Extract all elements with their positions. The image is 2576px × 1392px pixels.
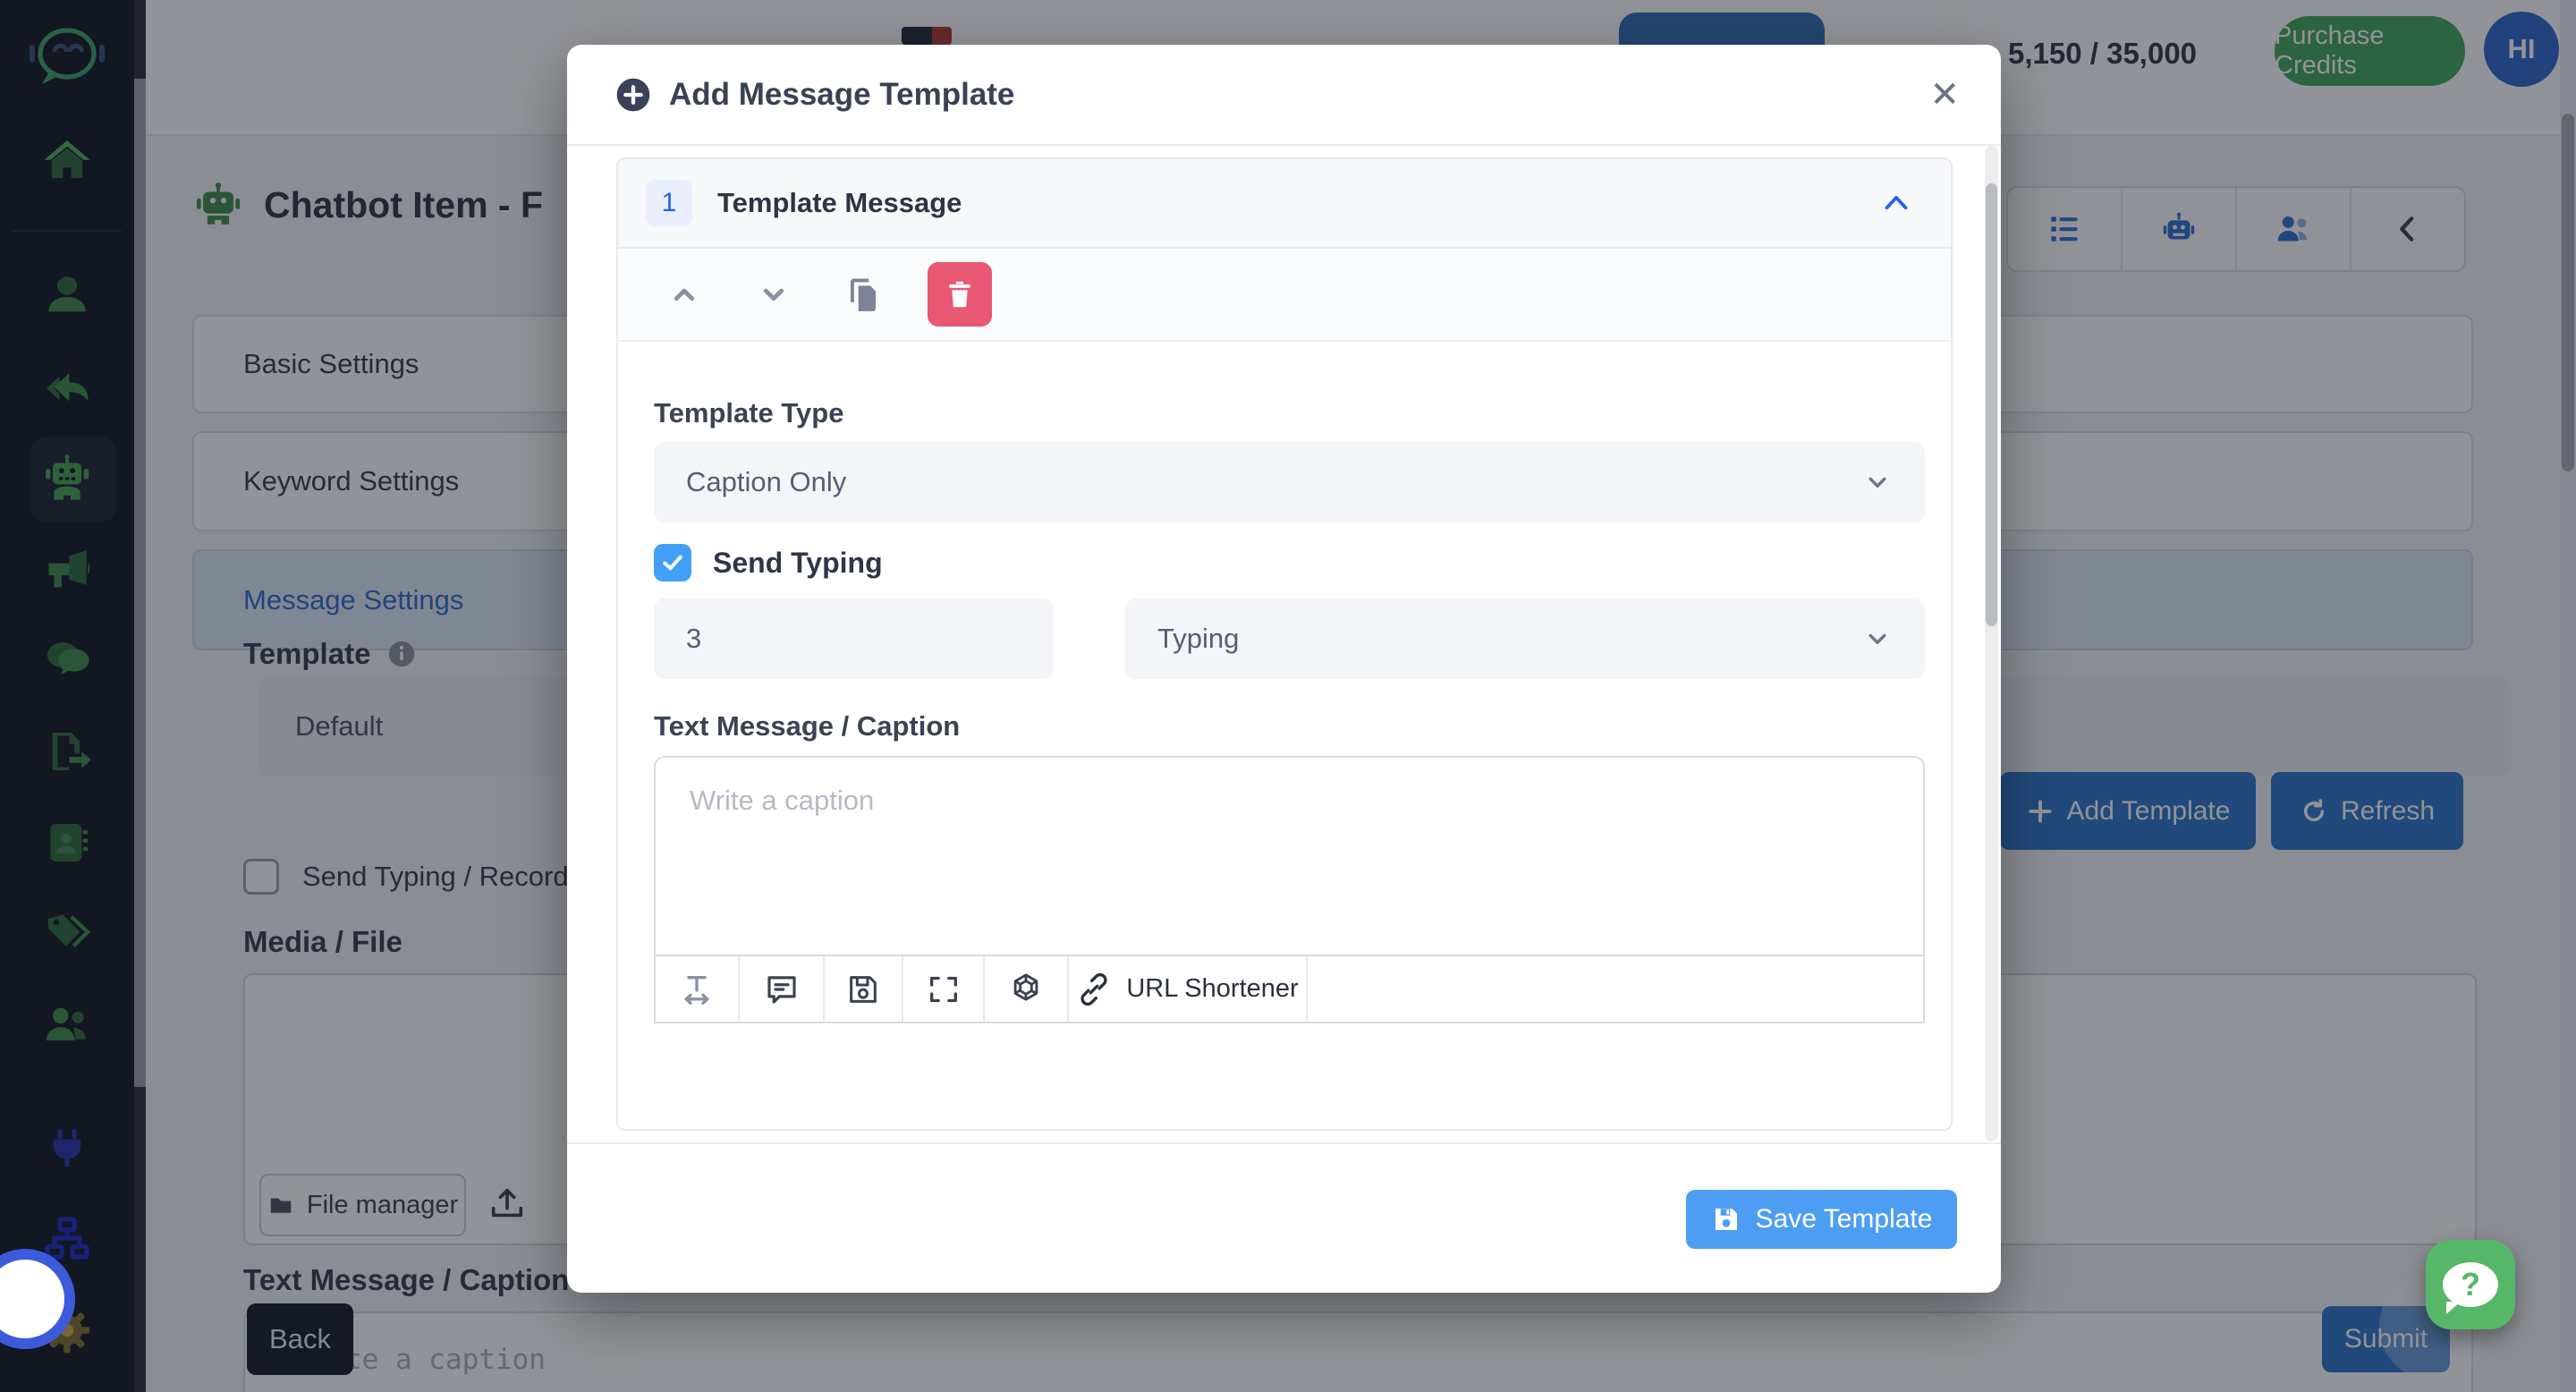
chat-bubble-icon: ? [2443, 1262, 2498, 1307]
template-type-label: Template Type [654, 397, 843, 429]
caption-label: Text Message / Caption [654, 710, 960, 743]
template-message-card: 1 Template Message [616, 157, 1953, 1131]
typing-seconds-input[interactable] [654, 598, 1054, 679]
message-toolbar [618, 249, 1951, 342]
send-typing-label: Send Typing [713, 547, 883, 580]
close-icon[interactable]: ✕ [1929, 77, 1960, 113]
section-number-badge: 1 [646, 180, 692, 226]
url-shortener-label: URL Shortener [1126, 974, 1298, 1004]
help-chat-fab[interactable]: ? [2426, 1240, 2515, 1329]
typing-mode-select[interactable]: Typing [1125, 598, 1925, 679]
modal-scrollbar-thumb[interactable] [1986, 183, 1997, 626]
floppy-icon [845, 972, 881, 1007]
text-width-icon [679, 972, 715, 1007]
comment-icon [763, 971, 801, 1008]
move-down-button[interactable] [749, 269, 799, 319]
url-shortener-button[interactable]: URL Shortener [1069, 956, 1308, 1022]
duplicate-button[interactable] [838, 269, 888, 319]
save-template-button[interactable]: Save Template [1686, 1190, 1957, 1249]
comment-button[interactable] [740, 956, 825, 1022]
add-message-template-modal: Add Message Template ✕ 1 Template Messag… [567, 45, 2001, 1293]
template-type-value: Caption Only [686, 466, 846, 498]
modal-title: Add Message Template [669, 77, 1014, 113]
chevron-down-icon [757, 277, 791, 311]
chevron-down-icon [1862, 624, 1893, 654]
delete-button[interactable] [928, 262, 992, 327]
move-up-button[interactable] [659, 269, 709, 319]
toolbar-spacer [1308, 956, 1923, 1022]
send-typing-row: Send Typing [654, 544, 883, 581]
trash-icon [943, 277, 977, 311]
check-icon [659, 549, 686, 576]
question-mark: ? [2461, 1266, 2480, 1303]
copy-icon [844, 276, 882, 313]
save-draft-button[interactable] [825, 956, 903, 1022]
modal-scrollbar[interactable] [1985, 146, 1998, 1142]
fullscreen-brackets-icon [926, 972, 962, 1007]
spintax-button[interactable] [656, 956, 740, 1022]
template-type-select[interactable]: Caption Only [654, 442, 1925, 522]
template-message-header[interactable]: 1 Template Message [618, 159, 1951, 249]
openai-icon [1007, 971, 1045, 1008]
typing-mode-value: Typing [1157, 623, 1239, 655]
send-typing-checkbox[interactable] [654, 544, 691, 581]
link-icon [1076, 972, 1112, 1007]
ai-assist-button[interactable] [985, 956, 1069, 1022]
screen: 5,150 / 35,000 Purchase Credits HI Chatb… [0, 0, 2576, 1392]
modal-header: Add Message Template ✕ [567, 45, 2001, 146]
collapse-chevron-up-icon[interactable] [1877, 184, 1915, 222]
chevron-up-icon [667, 277, 701, 311]
section-title: Template Message [717, 187, 962, 219]
chevron-down-icon [1862, 467, 1893, 497]
caption-toolbar: URL Shortener [654, 955, 1925, 1023]
save-template-label: Save Template [1756, 1204, 1933, 1235]
plus-circle-icon [615, 77, 651, 113]
fullscreen-button[interactable] [903, 956, 985, 1022]
modal-footer: Save Template [567, 1142, 2001, 1293]
caption-textarea[interactable] [654, 756, 1925, 955]
save-icon [1711, 1204, 1741, 1235]
